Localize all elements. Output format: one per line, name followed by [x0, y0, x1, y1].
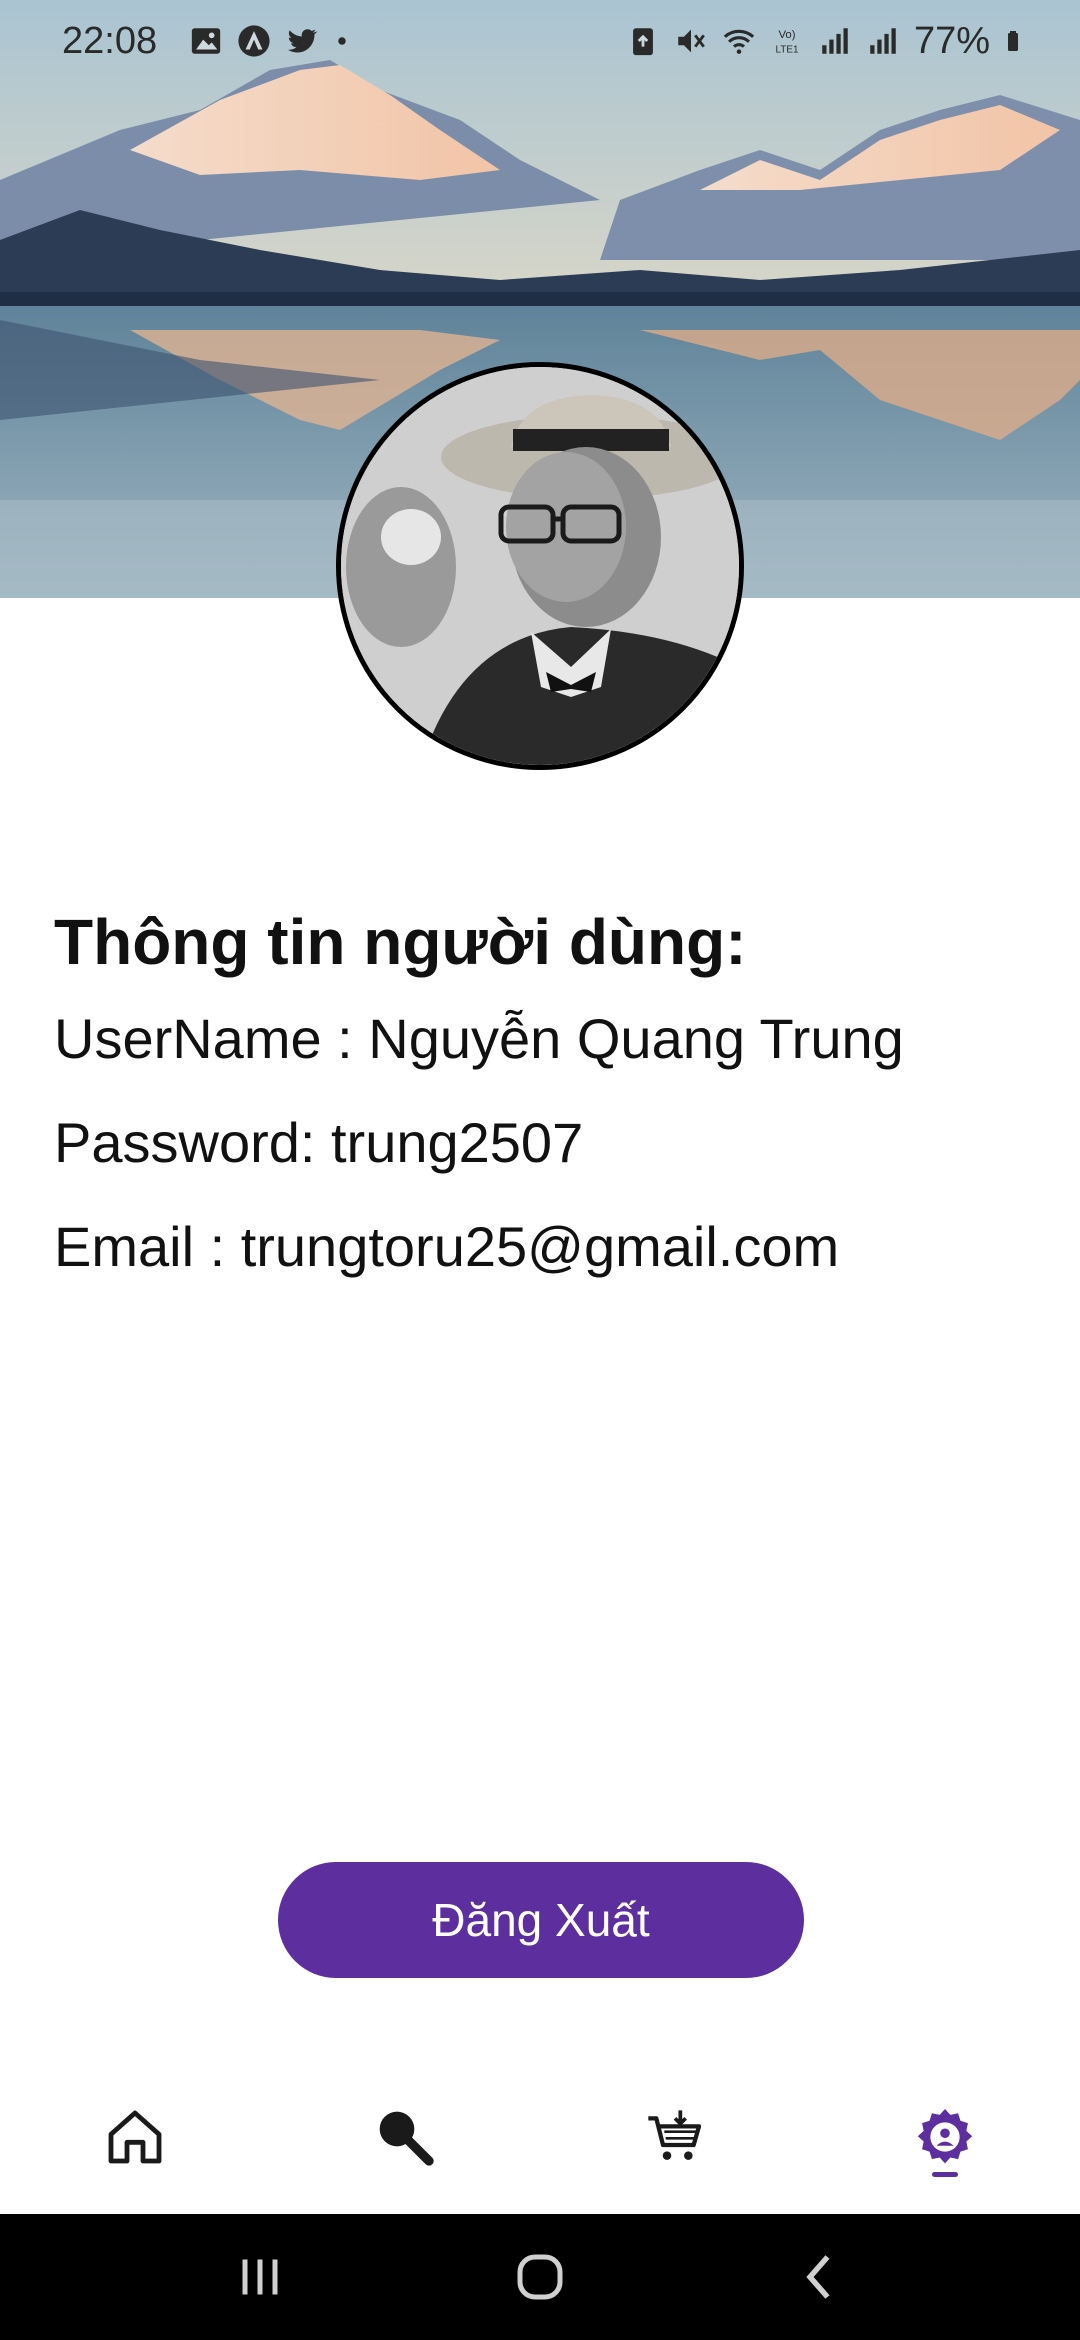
user-info-title: Thông tin người dùng: — [54, 906, 747, 978]
bottom-tab-bar — [0, 2060, 1080, 2214]
home-nav-icon[interactable] — [510, 2247, 570, 2307]
username-text: UserName : Nguyễn Quang Trung — [54, 1007, 904, 1070]
signal-icon — [822, 28, 848, 54]
battery-icon — [1008, 31, 1018, 51]
volte-icon: Vo) LTE1 — [775, 29, 798, 55]
wifi-icon — [723, 29, 755, 54]
recycle-icon — [633, 28, 653, 56]
email-text: Email : trungtoru25@gmail.com — [54, 1215, 840, 1278]
twitter-icon — [287, 29, 318, 53]
home-icon — [108, 2110, 162, 2164]
logout-button[interactable]: Đăng Xuất — [278, 1862, 804, 1978]
tab-home[interactable] — [0, 2060, 270, 2214]
mute-icon — [678, 29, 705, 53]
account-settings-icon — [917, 2109, 973, 2164]
avatar[interactable] — [336, 362, 744, 770]
tab-cart[interactable] — [540, 2060, 810, 2214]
search-icon — [379, 2111, 434, 2166]
tab-account-settings[interactable] — [810, 2060, 1080, 2214]
password-text: Password: trung2507 — [54, 1111, 584, 1174]
back-icon[interactable] — [790, 2247, 850, 2307]
system-nav-bar — [0, 2214, 1080, 2340]
tab-search[interactable] — [270, 2060, 540, 2214]
cart-icon — [648, 2110, 702, 2160]
signal-icon — [870, 28, 896, 54]
battery-percent: 77% — [913, 19, 990, 62]
gallery-icon — [191, 28, 221, 54]
active-tab-indicator — [932, 2172, 958, 2177]
status-time: 22:08 — [62, 19, 158, 62]
status-bar: 22:08 Vo) LTE1 77% — [0, 0, 1080, 82]
recent-apps-icon[interactable] — [230, 2247, 290, 2307]
dot-icon — [338, 37, 346, 45]
svg-text:LTE1: LTE1 — [775, 44, 798, 55]
svg-text:Vo): Vo) — [778, 29, 795, 41]
app-icon — [238, 25, 270, 57]
user-info-section: Thông tin người dùng: UserName : Nguyễn … — [54, 900, 1034, 1316]
